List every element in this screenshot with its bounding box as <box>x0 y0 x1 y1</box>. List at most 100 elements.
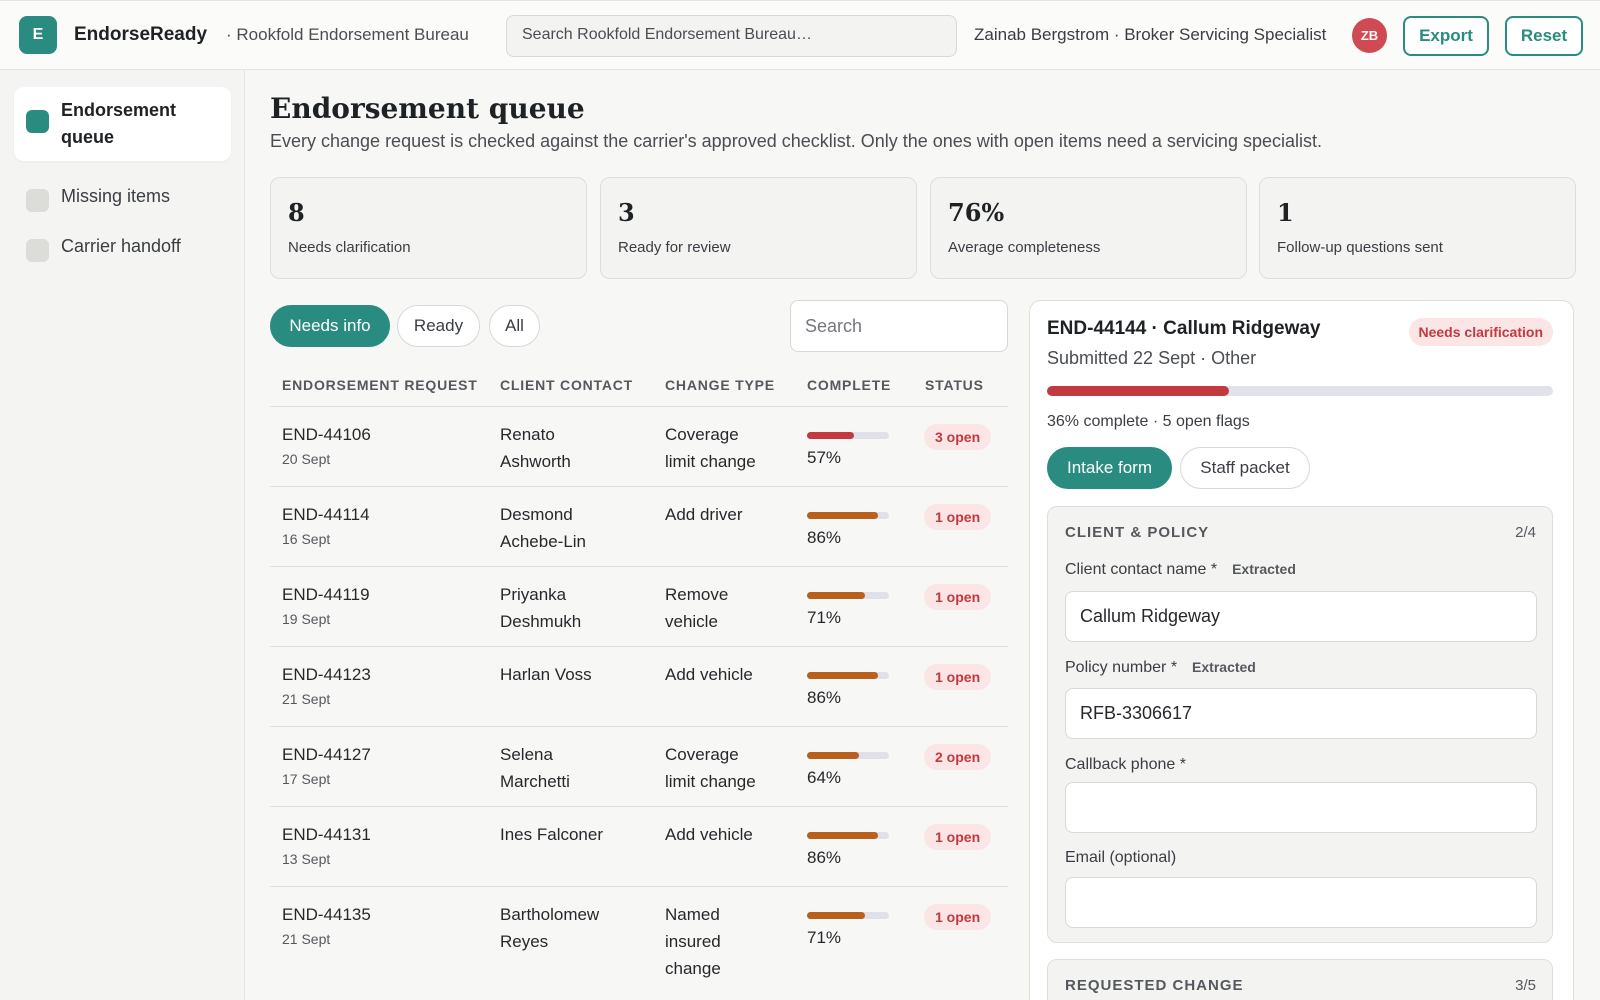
client-contact: Harlan Voss <box>500 665 592 684</box>
detail-progress-text: 36% complete · 5 open flags <box>1047 413 1250 430</box>
table-search-input[interactable]: Search <box>790 300 1008 352</box>
request-id: END-44119 <box>282 585 370 604</box>
table-row[interactable]: END-44131 13 Sept Ines Falconer Add vehic… <box>270 806 1008 886</box>
detail-progress-bar <box>1047 386 1553 396</box>
stat-value: 76% <box>948 198 1005 227</box>
detail-title: END-44144 · Callum Ridgeway <box>1047 318 1321 339</box>
page-title: Endorsement queue <box>270 92 585 125</box>
status-badge: 1 open <box>924 824 992 850</box>
email-field[interactable] <box>1065 877 1537 928</box>
client-contact: Marchetti <box>500 772 570 791</box>
completeness-percent: 86% <box>807 528 842 547</box>
column-header-contact[interactable]: CLIENT CONTACT <box>500 377 633 393</box>
global-search-input[interactable]: Search Rookfold Endorsement Bureau… <box>506 15 957 57</box>
change-type: Add vehicle <box>665 825 753 844</box>
sidebar-item-missing-items[interactable]: Missing items <box>14 176 231 222</box>
completeness-fill <box>807 912 866 919</box>
stat-label: Follow-up questions sent <box>1277 239 1443 256</box>
stat-label: Ready for review <box>618 239 731 256</box>
column-header-request[interactable]: ENDORSEMENT REQUEST <box>282 377 478 393</box>
detail-panel: END-44144 · Callum Ridgeway Needs clarif… <box>1029 300 1574 1000</box>
table-row[interactable]: END-44135 21 Sept Bartholomew Reyes Named i… <box>270 886 1008 994</box>
status-badge: 1 open <box>924 584 992 610</box>
section-count: 2/4 <box>1515 524 1536 541</box>
stat-value: 8 <box>288 198 305 227</box>
stat-label: Needs clarification <box>288 239 411 256</box>
sidebar-item-label: Missing items <box>61 186 171 206</box>
completeness-fill <box>807 592 866 599</box>
request-date: 21 Sept <box>282 691 331 707</box>
client-contact: Achebe-Lin <box>500 532 587 551</box>
policy-number-field[interactable]: RFB-3306617 <box>1065 688 1537 739</box>
completeness-percent: 86% <box>807 688 842 707</box>
avatar[interactable]: ZB <box>1352 18 1387 53</box>
filter-all[interactable]: All <box>489 305 540 347</box>
client-contact: Ashworth <box>500 452 571 471</box>
status-badge: 1 open <box>924 904 992 930</box>
client-contact-name-field[interactable]: Callum Ridgeway <box>1065 591 1537 642</box>
table-row[interactable]: END-44114 16 Sept Desmond Achebe-Lin Add d… <box>270 486 1008 566</box>
completeness-bar <box>807 672 889 679</box>
section-requested-change: REQUESTED CHANGE 3/5 <box>1047 959 1553 1000</box>
tab-intake-form[interactable]: Intake form <box>1047 447 1172 489</box>
request-date: 20 Sept <box>282 451 331 467</box>
detail-submitted: Submitted 22 Sept · Other <box>1047 348 1257 368</box>
request-date: 21 Sept <box>282 931 331 947</box>
request-id: END-44131 <box>282 825 371 844</box>
client-contact: Desmond <box>500 505 573 524</box>
stat-card: 76% Average completeness <box>930 177 1247 279</box>
client-contact: Priyanka <box>500 585 567 604</box>
nav-square-icon <box>26 239 49 262</box>
filter-needs-info[interactable]: Needs info <box>270 305 390 347</box>
sidebar-item-carrier-handoff[interactable]: Carrier handoff <box>14 226 231 272</box>
reset-button[interactable]: Reset <box>1505 16 1583 56</box>
field-label: Callback phone * <box>1065 756 1186 773</box>
callback-phone-field[interactable] <box>1065 782 1537 833</box>
extracted-tag: Extracted <box>1192 659 1256 675</box>
app-name: EndorseReady <box>74 24 208 45</box>
status-badge: 1 open <box>924 664 992 690</box>
org-name: · Rookfold Endorsement Bureau <box>226 25 469 44</box>
export-button[interactable]: Export <box>1403 16 1489 56</box>
sidebar-item-endorsement-queue[interactable]: Endorsement queue <box>14 87 231 161</box>
nav-square-icon <box>26 110 49 133</box>
stat-card: 3 Ready for review <box>600 177 917 279</box>
client-contact: Deshmukh <box>500 612 582 631</box>
completeness-bar <box>807 912 889 919</box>
column-header-change-type[interactable]: CHANGE TYPE <box>665 377 775 393</box>
sidebar-item-label: Endorsement queue <box>61 100 177 147</box>
change-type: Add driver <box>665 505 743 524</box>
table-row[interactable]: END-44127 17 Sept Selena Marchetti Coverag… <box>270 726 1008 806</box>
change-type: vehicle <box>665 612 718 631</box>
column-header-status[interactable]: STATUS <box>925 377 984 393</box>
client-contact: Selena <box>500 745 553 764</box>
top-bar: E EndorseReady · Rookfold Endorsement Bu… <box>0 0 1600 70</box>
user-name: Zainab Bergstrom · Broker Servicing Spec… <box>974 25 1327 44</box>
column-header-complete[interactable]: COMPLETE <box>807 377 891 393</box>
table-row[interactable]: END-44123 21 Sept Harlan Voss Add vehicle… <box>270 646 1008 726</box>
change-type: insured <box>665 932 721 951</box>
tab-staff-packet[interactable]: Staff packet <box>1180 447 1310 489</box>
request-id: END-44114 <box>282 505 370 524</box>
request-id: END-44123 <box>282 665 371 684</box>
field-label: Policy number * Extracted <box>1065 659 1256 676</box>
request-date: 16 Sept <box>282 531 331 547</box>
request-date: 13 Sept <box>282 851 331 867</box>
status-badge: 1 open <box>924 504 992 530</box>
completeness-fill <box>807 512 878 519</box>
completeness-percent: 71% <box>807 928 842 947</box>
section-client-policy: CLIENT & POLICY 2/4 Client contact name … <box>1047 506 1553 943</box>
endorsement-table: END-44106 20 Sept Renato Ashworth Coverage… <box>270 406 1008 994</box>
sidebar-item-label: Carrier handoff <box>61 236 181 256</box>
table-row[interactable]: END-44106 20 Sept Renato Ashworth Coverage… <box>270 406 1008 486</box>
stat-value: 3 <box>618 198 635 227</box>
completeness-fill <box>807 672 878 679</box>
completeness-bar <box>807 512 889 519</box>
completeness-percent: 86% <box>807 848 842 867</box>
completeness-fill <box>807 752 860 759</box>
table-row[interactable]: END-44119 19 Sept Priyanka Deshmukh Remove… <box>270 566 1008 646</box>
completeness-bar <box>807 592 889 599</box>
completeness-bar <box>807 432 889 439</box>
filter-ready[interactable]: Ready <box>397 305 480 347</box>
change-type: change <box>665 959 721 978</box>
